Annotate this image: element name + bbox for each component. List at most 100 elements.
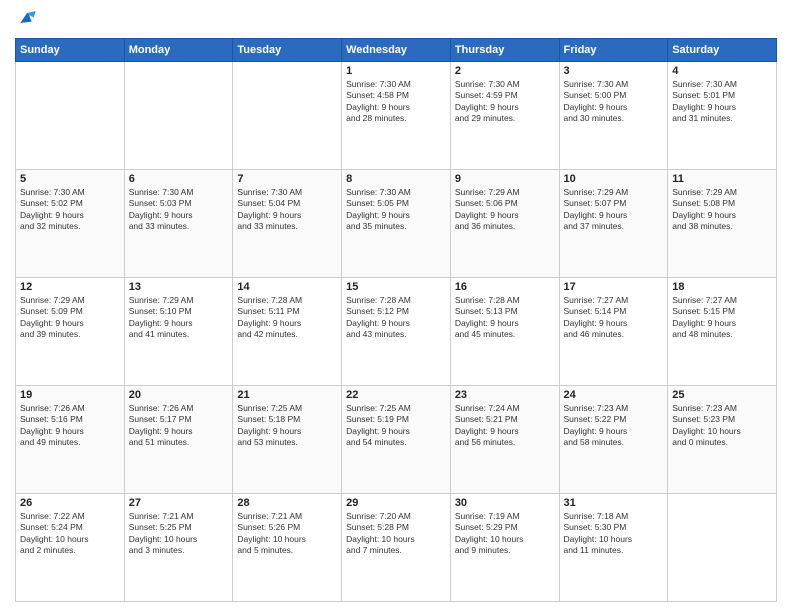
day-info: Sunrise: 7:27 AM Sunset: 5:14 PM Dayligh… <box>564 295 664 341</box>
day-number: 17 <box>564 281 664 293</box>
day-info: Sunrise: 7:29 AM Sunset: 5:06 PM Dayligh… <box>455 187 555 233</box>
day-number: 22 <box>346 389 446 401</box>
day-info: Sunrise: 7:30 AM Sunset: 4:58 PM Dayligh… <box>346 79 446 125</box>
calendar-week-5: 26 Sunrise: 7:22 AM Sunset: 5:24 PM Dayli… <box>16 494 777 602</box>
calendar-cell: 21 Sunrise: 7:25 AM Sunset: 5:18 PM Dayli… <box>233 386 342 494</box>
day-info: Sunrise: 7:29 AM Sunset: 5:10 PM Dayligh… <box>129 295 229 341</box>
day-info: Sunrise: 7:29 AM Sunset: 5:09 PM Dayligh… <box>20 295 120 341</box>
day-info: Sunrise: 7:25 AM Sunset: 5:18 PM Dayligh… <box>237 403 337 449</box>
calendar-header-saturday: Saturday <box>668 39 777 62</box>
day-info: Sunrise: 7:27 AM Sunset: 5:15 PM Dayligh… <box>672 295 772 341</box>
calendar-cell: 29 Sunrise: 7:20 AM Sunset: 5:28 PM Dayli… <box>342 494 451 602</box>
calendar-cell: 20 Sunrise: 7:26 AM Sunset: 5:17 PM Dayli… <box>124 386 233 494</box>
calendar-table: SundayMondayTuesdayWednesdayThursdayFrid… <box>15 38 777 602</box>
day-number: 3 <box>564 65 664 77</box>
day-number: 31 <box>564 497 664 509</box>
page: SundayMondayTuesdayWednesdayThursdayFrid… <box>0 0 792 612</box>
day-info: Sunrise: 7:23 AM Sunset: 5:23 PM Dayligh… <box>672 403 772 449</box>
day-number: 27 <box>129 497 229 509</box>
calendar-header-friday: Friday <box>559 39 668 62</box>
calendar-cell <box>16 62 125 170</box>
calendar-cell: 1 Sunrise: 7:30 AM Sunset: 4:58 PM Daylig… <box>342 62 451 170</box>
calendar-header-wednesday: Wednesday <box>342 39 451 62</box>
header <box>15 10 777 30</box>
day-number: 12 <box>20 281 120 293</box>
day-number: 8 <box>346 173 446 185</box>
day-number: 29 <box>346 497 446 509</box>
calendar-cell: 16 Sunrise: 7:28 AM Sunset: 5:13 PM Dayli… <box>450 278 559 386</box>
day-info: Sunrise: 7:30 AM Sunset: 5:00 PM Dayligh… <box>564 79 664 125</box>
calendar-cell <box>668 494 777 602</box>
calendar-cell: 15 Sunrise: 7:28 AM Sunset: 5:12 PM Dayli… <box>342 278 451 386</box>
day-number: 21 <box>237 389 337 401</box>
calendar-week-1: 1 Sunrise: 7:30 AM Sunset: 4:58 PM Daylig… <box>16 62 777 170</box>
calendar-cell: 12 Sunrise: 7:29 AM Sunset: 5:09 PM Dayli… <box>16 278 125 386</box>
day-number: 28 <box>237 497 337 509</box>
calendar-cell: 5 Sunrise: 7:30 AM Sunset: 5:02 PM Daylig… <box>16 170 125 278</box>
day-info: Sunrise: 7:22 AM Sunset: 5:24 PM Dayligh… <box>20 511 120 557</box>
calendar-cell <box>124 62 233 170</box>
calendar-header-thursday: Thursday <box>450 39 559 62</box>
calendar-cell: 23 Sunrise: 7:24 AM Sunset: 5:21 PM Dayli… <box>450 386 559 494</box>
calendar-cell: 8Sunrise: 7:30 AM Sunset: 5:05 PM Daylig… <box>342 170 451 278</box>
day-info: Sunrise: 7:28 AM Sunset: 5:12 PM Dayligh… <box>346 295 446 341</box>
day-info: Sunrise: 7:30 AM Sunset: 5:02 PM Dayligh… <box>20 187 120 233</box>
calendar-week-2: 5 Sunrise: 7:30 AM Sunset: 5:02 PM Daylig… <box>16 170 777 278</box>
day-info: Sunrise: 7:28 AM Sunset: 5:11 PM Dayligh… <box>237 295 337 341</box>
day-info: Sunrise: 7:29 AM Sunset: 5:07 PM Dayligh… <box>564 187 664 233</box>
day-number: 16 <box>455 281 555 293</box>
day-number: 20 <box>129 389 229 401</box>
calendar-cell <box>233 62 342 170</box>
calendar-header-tuesday: Tuesday <box>233 39 342 62</box>
logo-bird-icon <box>17 8 37 28</box>
calendar-cell: 7 Sunrise: 7:30 AM Sunset: 5:04 PM Daylig… <box>233 170 342 278</box>
day-number: 18 <box>672 281 772 293</box>
day-number: 25 <box>672 389 772 401</box>
day-info: Sunrise: 7:26 AM Sunset: 5:17 PM Dayligh… <box>129 403 229 449</box>
calendar-cell: 17 Sunrise: 7:27 AM Sunset: 5:14 PM Dayli… <box>559 278 668 386</box>
day-number: 26 <box>20 497 120 509</box>
day-number: 24 <box>564 389 664 401</box>
day-info: Sunrise: 7:18 AM Sunset: 5:30 PM Dayligh… <box>564 511 664 557</box>
calendar-header-sunday: Sunday <box>16 39 125 62</box>
day-number: 19 <box>20 389 120 401</box>
calendar-cell: 31 Sunrise: 7:18 AM Sunset: 5:30 PM Dayli… <box>559 494 668 602</box>
calendar-cell: 3 Sunrise: 7:30 AM Sunset: 5:00 PM Daylig… <box>559 62 668 170</box>
day-info: Sunrise: 7:30 AM Sunset: 5:03 PM Dayligh… <box>129 187 229 233</box>
day-number: 7 <box>237 173 337 185</box>
day-number: 23 <box>455 389 555 401</box>
day-number: 5 <box>20 173 120 185</box>
calendar-cell: 4 Sunrise: 7:30 AM Sunset: 5:01 PM Daylig… <box>668 62 777 170</box>
day-info: Sunrise: 7:26 AM Sunset: 5:16 PM Dayligh… <box>20 403 120 449</box>
day-info: Sunrise: 7:30 AM Sunset: 4:59 PM Dayligh… <box>455 79 555 125</box>
day-number: 9 <box>455 173 555 185</box>
calendar-cell: 14 Sunrise: 7:28 AM Sunset: 5:11 PM Dayli… <box>233 278 342 386</box>
calendar-week-4: 19 Sunrise: 7:26 AM Sunset: 5:16 PM Dayli… <box>16 386 777 494</box>
day-info: Sunrise: 7:21 AM Sunset: 5:25 PM Dayligh… <box>129 511 229 557</box>
calendar-week-3: 12 Sunrise: 7:29 AM Sunset: 5:09 PM Dayli… <box>16 278 777 386</box>
calendar-cell: 27 Sunrise: 7:21 AM Sunset: 5:25 PM Dayli… <box>124 494 233 602</box>
day-info: Sunrise: 7:28 AM Sunset: 5:13 PM Dayligh… <box>455 295 555 341</box>
calendar-cell: 25 Sunrise: 7:23 AM Sunset: 5:23 PM Dayli… <box>668 386 777 494</box>
day-number: 4 <box>672 65 772 77</box>
day-info: Sunrise: 7:30 AM Sunset: 5:01 PM Dayligh… <box>672 79 772 125</box>
day-number: 15 <box>346 281 446 293</box>
calendar-cell: 24Sunrise: 7:23 AM Sunset: 5:22 PM Dayli… <box>559 386 668 494</box>
day-info: Sunrise: 7:20 AM Sunset: 5:28 PM Dayligh… <box>346 511 446 557</box>
calendar-cell: 2 Sunrise: 7:30 AM Sunset: 4:59 PM Daylig… <box>450 62 559 170</box>
calendar-cell: 18 Sunrise: 7:27 AM Sunset: 5:15 PM Dayli… <box>668 278 777 386</box>
day-info: Sunrise: 7:30 AM Sunset: 5:04 PM Dayligh… <box>237 187 337 233</box>
day-info: Sunrise: 7:24 AM Sunset: 5:21 PM Dayligh… <box>455 403 555 449</box>
calendar-cell: 11Sunrise: 7:29 AM Sunset: 5:08 PM Dayli… <box>668 170 777 278</box>
day-info: Sunrise: 7:25 AM Sunset: 5:19 PM Dayligh… <box>346 403 446 449</box>
calendar-cell: 19 Sunrise: 7:26 AM Sunset: 5:16 PM Dayli… <box>16 386 125 494</box>
logo <box>15 10 39 30</box>
day-number: 1 <box>346 65 446 77</box>
calendar-header-monday: Monday <box>124 39 233 62</box>
day-number: 13 <box>129 281 229 293</box>
calendar-cell: 6 Sunrise: 7:30 AM Sunset: 5:03 PM Daylig… <box>124 170 233 278</box>
day-info: Sunrise: 7:21 AM Sunset: 5:26 PM Dayligh… <box>237 511 337 557</box>
day-number: 14 <box>237 281 337 293</box>
day-number: 2 <box>455 65 555 77</box>
day-number: 6 <box>129 173 229 185</box>
